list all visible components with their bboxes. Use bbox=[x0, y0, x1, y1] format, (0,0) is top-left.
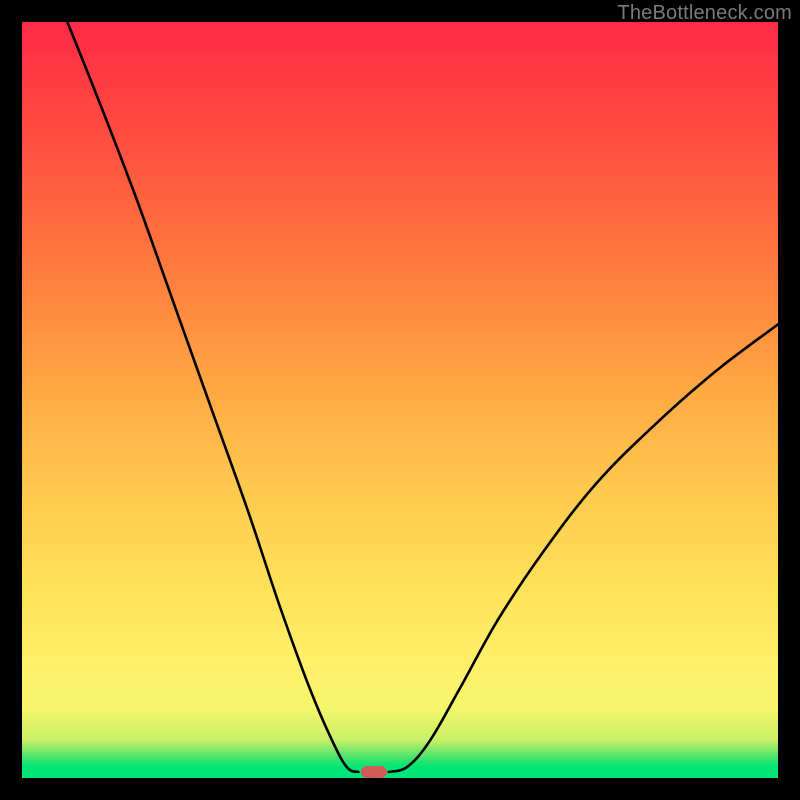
curve-right-branch bbox=[389, 324, 778, 772]
watermark-label: TheBottleneck.com bbox=[617, 2, 792, 25]
plot-area bbox=[22, 22, 778, 778]
optimal-point-marker bbox=[361, 766, 387, 778]
curve-left-branch bbox=[67, 22, 358, 772]
bottleneck-curve bbox=[22, 22, 778, 778]
chart-frame: TheBottleneck.com bbox=[0, 0, 800, 800]
